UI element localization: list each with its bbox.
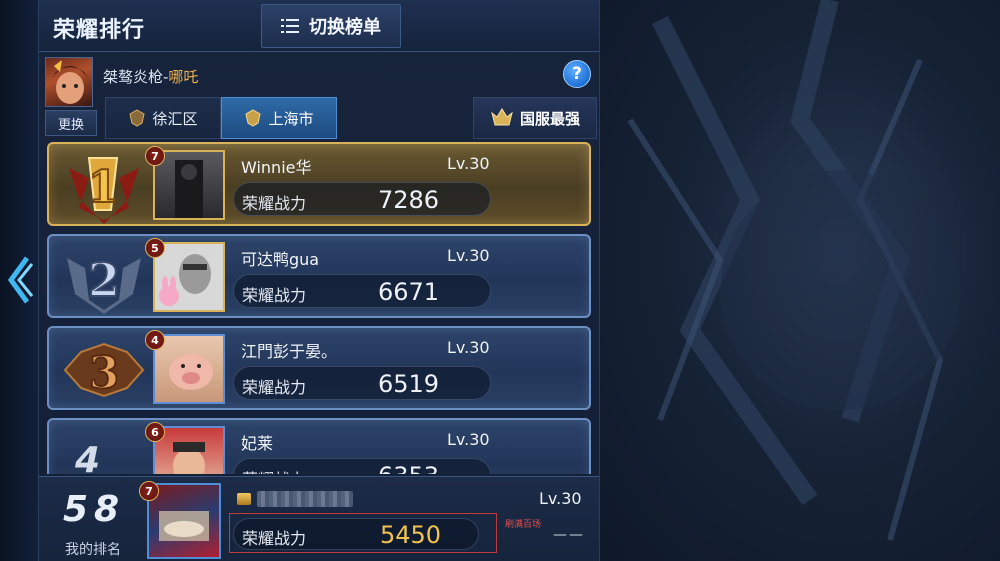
level-badge: 7 — [139, 481, 159, 501]
player-name: Winnie华 — [241, 158, 312, 177]
level-badge: 4 — [145, 330, 165, 350]
back-arrow-icon[interactable] — [5, 252, 34, 308]
rank-3-number: 3 — [89, 348, 120, 399]
tab-city[interactable]: 上海市 — [221, 97, 337, 139]
hero-name: 桀骜炎枪-哪吒 — [103, 66, 198, 87]
hero-title: 桀骜炎枪- — [103, 68, 169, 86]
power-label: 荣耀战力 — [242, 529, 307, 548]
power-label: 荣耀战力 — [242, 286, 307, 305]
power-box: 荣耀战力 7286 — [233, 182, 491, 216]
player-name: 妃莱 — [241, 434, 274, 453]
level-badge: 6 — [145, 422, 165, 442]
ranking-row-3[interactable]: 3 4 江門彭于晏。 Lv.30 荣耀战力 6519 — [47, 326, 591, 410]
location-badge-icon — [245, 109, 262, 127]
my-rank-bar: 58 我的排名 7 Lv.30 荣耀战力 5450 刷满百场 —— — [39, 476, 599, 561]
power-value: 7286 — [378, 186, 440, 214]
list-icon — [281, 18, 299, 34]
rank-2-badge-icon: 2 — [59, 240, 149, 316]
tab-district[interactable]: 徐汇区 — [105, 97, 221, 139]
player-level: Lv.30 — [447, 246, 490, 265]
hero-name-highlight: 哪吒 — [168, 68, 199, 86]
switch-list-label: 切换榜单 — [309, 17, 381, 38]
brush-hundred-value: —— — [553, 527, 585, 543]
rank-1-number: 1 — [88, 162, 119, 213]
ranking-list[interactable]: 1 7 Winnie华 Lv.30 荣耀战力 7286 2 5 可达鸭gua L… — [47, 142, 593, 474]
background-art — [600, 0, 1000, 561]
brush-hundred-label: 刷满百场 — [505, 520, 542, 530]
tab-district-label: 徐汇区 — [152, 109, 198, 128]
location-badge-icon — [129, 109, 146, 127]
power-box: 荣耀战力 6671 — [233, 274, 491, 308]
player-level: Lv.30 — [447, 430, 490, 449]
my-level: Lv.30 — [539, 489, 582, 508]
my-rank-number: 58 — [63, 489, 126, 530]
player-name: 江門彭于晏。 — [241, 342, 338, 361]
hero-avatar — [45, 57, 93, 107]
tab-city-label: 上海市 — [268, 109, 314, 128]
help-button[interactable]: ? — [563, 60, 591, 88]
power-label: 荣耀战力 — [242, 378, 307, 397]
player-level: Lv.30 — [447, 338, 490, 357]
power-box: 荣耀战力 6353 — [233, 458, 491, 474]
power-value: 6671 — [378, 278, 440, 306]
ranking-row-4[interactable]: 4 6 妃莱 Lv.30 荣耀战力 6353 — [47, 418, 591, 474]
ranking-panel: 荣耀排行 切换榜单 更换 桀骜炎枪-哪吒 ? 徐汇区 上海市 国服最强 1 7 … — [38, 0, 600, 561]
level-badge: 5 — [145, 238, 165, 258]
ranking-row-1[interactable]: 1 7 Winnie华 Lv.30 荣耀战力 7286 — [47, 142, 591, 226]
power-label: 荣耀战力 — [242, 194, 307, 213]
my-rank-label: 我的排名 — [65, 542, 121, 558]
rank-1-badge-icon: 1 — [59, 148, 149, 224]
rank-2-number: 2 — [88, 253, 120, 307]
my-name-blurred — [257, 491, 353, 507]
power-value: 6519 — [378, 370, 440, 398]
rank-3-badge-icon: 3 — [59, 332, 149, 408]
player-name: 可达鸭gua — [241, 250, 320, 269]
my-power-value: 5450 — [380, 521, 442, 549]
top-bar: 荣耀排行 切换榜单 — [39, 0, 599, 52]
switch-list-button[interactable]: 切换榜单 — [261, 4, 401, 48]
page-title: 荣耀排行 — [53, 18, 146, 43]
power-box: 荣耀战力 6519 — [233, 366, 491, 400]
my-power-box: 荣耀战力 5450 — [233, 518, 479, 550]
tab-national[interactable]: 国服最强 — [473, 97, 597, 139]
rank-tier-icon — [237, 493, 251, 505]
crown-badge-icon — [491, 108, 513, 126]
power-label: 荣耀战力 — [242, 466, 306, 474]
player-level: Lv.30 — [447, 154, 490, 173]
power-value: 6353 — [378, 462, 439, 474]
change-hero-button[interactable]: 更换 — [45, 110, 97, 136]
ranking-row-2[interactable]: 2 5 可达鸭gua Lv.30 荣耀战力 6671 — [47, 234, 591, 318]
rank-4-number: 4 — [75, 440, 101, 474]
level-badge: 7 — [145, 146, 165, 166]
tab-national-label: 国服最强 — [519, 109, 580, 128]
